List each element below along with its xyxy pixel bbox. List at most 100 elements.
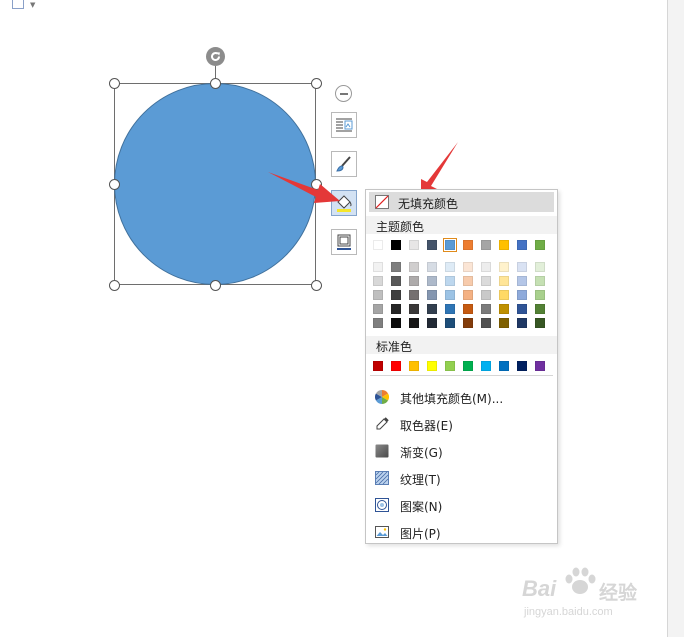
watermark-brand-suffix: 经验 bbox=[599, 583, 638, 604]
theme-shade-swatch[interactable] bbox=[535, 318, 545, 328]
theme-shade-swatch[interactable] bbox=[517, 290, 527, 300]
theme-color-swatch[interactable] bbox=[463, 240, 473, 250]
fill-option-label: 图片(P) bbox=[400, 527, 441, 541]
standard-color-swatch[interactable] bbox=[517, 361, 527, 371]
theme-shade-swatch[interactable] bbox=[427, 304, 437, 314]
annotation-arrows bbox=[268, 142, 458, 203]
theme-shade-swatch[interactable] bbox=[535, 262, 545, 272]
fill-option-pattern[interactable]: 图案(N) bbox=[366, 494, 557, 516]
pattern-icon bbox=[375, 498, 389, 512]
theme-shade-swatch[interactable] bbox=[499, 276, 509, 286]
watermark-brand: Bai bbox=[522, 576, 557, 601]
theme-shade-swatch[interactable] bbox=[481, 304, 491, 314]
fill-option-color-wheel[interactable]: 其他填充颜色(M)... bbox=[366, 386, 557, 408]
theme-shade-swatch[interactable] bbox=[409, 290, 419, 300]
standard-color-swatch[interactable] bbox=[535, 361, 545, 371]
theme-shade-swatch[interactable] bbox=[373, 276, 383, 286]
theme-shade-swatch[interactable] bbox=[391, 318, 401, 328]
standard-color-swatch[interactable] bbox=[373, 361, 383, 371]
theme-shade-swatch[interactable] bbox=[463, 318, 473, 328]
standard-color-swatch[interactable] bbox=[481, 361, 491, 371]
theme-shade-swatch[interactable] bbox=[409, 318, 419, 328]
no-fill-item[interactable] bbox=[369, 192, 554, 212]
fill-option-gradient[interactable]: 渐变(G) bbox=[366, 440, 557, 462]
theme-shade-swatch[interactable] bbox=[499, 290, 509, 300]
theme-shade-swatch[interactable] bbox=[463, 290, 473, 300]
theme-shade-swatch[interactable] bbox=[499, 304, 509, 314]
theme-shade-swatch[interactable] bbox=[535, 276, 545, 286]
theme-color-swatch[interactable] bbox=[409, 240, 419, 250]
theme-shade-swatch[interactable] bbox=[373, 290, 383, 300]
theme-color-swatch[interactable] bbox=[373, 240, 383, 250]
theme-shade-swatch[interactable] bbox=[445, 290, 455, 300]
theme-shade-swatch[interactable] bbox=[517, 304, 527, 314]
texture-icon bbox=[375, 471, 389, 485]
theme-shade-swatch[interactable] bbox=[445, 318, 455, 328]
standard-color-swatch[interactable] bbox=[409, 361, 419, 371]
theme-color-swatch[interactable] bbox=[427, 240, 437, 250]
picture-icon bbox=[375, 525, 389, 539]
theme-color-swatch[interactable] bbox=[517, 240, 527, 250]
theme-shade-swatch[interactable] bbox=[445, 262, 455, 272]
theme-shade-swatch[interactable] bbox=[391, 262, 401, 272]
fill-color-menu: 无填充颜色 主题颜色 标准色 其他填充颜色(M)... 取色器(E) 渐变(G) 纹理… bbox=[365, 189, 558, 544]
theme-color-swatch[interactable] bbox=[443, 238, 457, 252]
theme-colors-label: 主题颜色 bbox=[376, 220, 425, 234]
menu-separator bbox=[370, 375, 553, 376]
color-wheel-icon bbox=[375, 390, 389, 404]
theme-shade-swatch[interactable] bbox=[445, 276, 455, 286]
theme-shade-swatch[interactable] bbox=[463, 276, 473, 286]
eyedropper-icon bbox=[375, 417, 389, 431]
theme-color-swatch[interactable] bbox=[391, 240, 401, 250]
no-fill-icon bbox=[375, 195, 389, 209]
fill-option-label: 纹理(T) bbox=[400, 473, 441, 487]
theme-shade-swatch[interactable] bbox=[499, 262, 509, 272]
theme-shade-swatch[interactable] bbox=[535, 290, 545, 300]
fill-option-label: 其他填充颜色(M)... bbox=[400, 392, 504, 406]
fill-option-label: 渐变(G) bbox=[400, 446, 443, 460]
standard-color-swatch[interactable] bbox=[499, 361, 509, 371]
theme-shade-swatch[interactable] bbox=[463, 304, 473, 314]
theme-shade-swatch[interactable] bbox=[409, 262, 419, 272]
standard-color-swatch[interactable] bbox=[427, 361, 437, 371]
theme-shade-swatch[interactable] bbox=[427, 276, 437, 286]
theme-shade-swatch[interactable] bbox=[427, 290, 437, 300]
paw-logo-icon bbox=[565, 567, 596, 594]
theme-shade-swatch[interactable] bbox=[373, 304, 383, 314]
annotation-arrow-to-fill-button bbox=[268, 172, 340, 203]
fill-option-label: 图案(N) bbox=[400, 500, 443, 514]
fill-option-label: 取色器(E) bbox=[400, 419, 453, 433]
theme-shade-swatch[interactable] bbox=[391, 276, 401, 286]
theme-shade-swatch[interactable] bbox=[481, 262, 491, 272]
theme-shade-swatch[interactable] bbox=[535, 304, 545, 314]
theme-shade-swatch[interactable] bbox=[409, 276, 419, 286]
standard-color-swatch[interactable] bbox=[463, 361, 473, 371]
no-fill-label: 无填充颜色 bbox=[398, 197, 459, 211]
theme-color-swatch[interactable] bbox=[535, 240, 545, 250]
fill-option-picture[interactable]: 图片(P) bbox=[366, 521, 557, 543]
watermark-url: jingyan.baidu.com bbox=[524, 606, 613, 618]
standard-color-swatch[interactable] bbox=[445, 361, 455, 371]
theme-shade-swatch[interactable] bbox=[499, 318, 509, 328]
theme-shade-swatch[interactable] bbox=[463, 262, 473, 272]
gradient-icon bbox=[375, 444, 389, 458]
theme-shade-swatch[interactable] bbox=[445, 304, 455, 314]
theme-shade-swatch[interactable] bbox=[517, 276, 527, 286]
theme-shade-swatch[interactable] bbox=[427, 318, 437, 328]
theme-shade-swatch[interactable] bbox=[391, 290, 401, 300]
fill-option-eyedropper[interactable]: 取色器(E) bbox=[366, 413, 557, 435]
theme-shade-swatch[interactable] bbox=[427, 262, 437, 272]
theme-shade-swatch[interactable] bbox=[517, 318, 527, 328]
theme-shade-swatch[interactable] bbox=[391, 304, 401, 314]
standard-color-swatch[interactable] bbox=[391, 361, 401, 371]
theme-shade-swatch[interactable] bbox=[409, 304, 419, 314]
theme-color-swatch[interactable] bbox=[481, 240, 491, 250]
theme-shade-swatch[interactable] bbox=[481, 276, 491, 286]
theme-shade-swatch[interactable] bbox=[373, 318, 383, 328]
fill-option-texture[interactable]: 纹理(T) bbox=[366, 467, 557, 489]
theme-shade-swatch[interactable] bbox=[481, 318, 491, 328]
theme-shade-swatch[interactable] bbox=[481, 290, 491, 300]
theme-color-swatch[interactable] bbox=[499, 240, 509, 250]
theme-shade-swatch[interactable] bbox=[373, 262, 383, 272]
theme-shade-swatch[interactable] bbox=[517, 262, 527, 272]
